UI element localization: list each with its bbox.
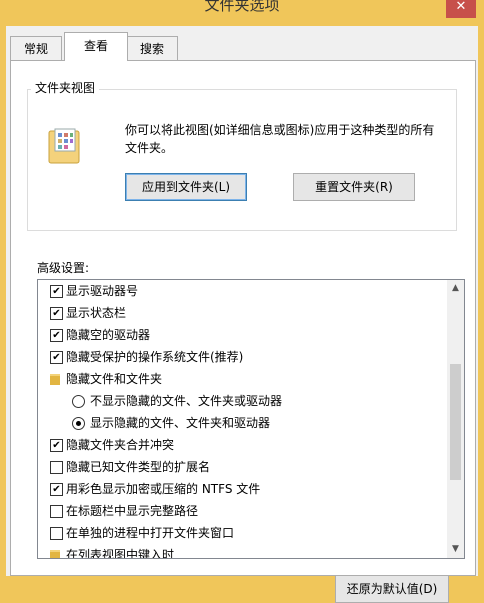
checkbox[interactable]: ✔ xyxy=(50,351,63,364)
advanced-settings-list[interactable]: ✔ 显示驱动器号 ✔ 显示状态栏 ✔ 隐藏空的驱动器 ✔ 隐藏受保护的操作系统文… xyxy=(37,279,465,559)
setting-label: 隐藏文件和文件夹 xyxy=(66,372,163,386)
folder-views-group xyxy=(27,89,457,231)
radio-button[interactable] xyxy=(72,417,85,430)
tab-view[interactable]: 查看 xyxy=(64,32,128,61)
setting-label: 在标题栏中显示完整路径 xyxy=(66,504,199,518)
scrollbar-thumb[interactable] xyxy=(450,364,461,480)
tab-general[interactable]: 常规 xyxy=(10,36,62,61)
folder-views-description: 你可以将此视图(如详细信息或图标)应用于这种类型的所有文件夹。 xyxy=(125,123,435,155)
advanced-settings-label: 高级设置: xyxy=(37,261,90,275)
checkbox[interactable]: ✔ xyxy=(50,329,63,342)
checkbox[interactable] xyxy=(50,461,63,474)
setting-label: 隐藏空的驱动器 xyxy=(66,328,151,342)
folder-icon xyxy=(50,374,60,385)
setting-label: 隐藏文件夹合并冲突 xyxy=(66,438,175,452)
setting-label: 显示状态栏 xyxy=(66,306,127,320)
folder-views-label: 文件夹视图 xyxy=(31,79,100,96)
setting-label: 在单独的进程中打开文件夹窗口 xyxy=(66,526,235,540)
setting-label: 隐藏受保护的操作系统文件(推荐) xyxy=(66,350,244,364)
radio-button[interactable] xyxy=(72,395,85,408)
setting-label: 显示隐藏的文件、文件夹和驱动器 xyxy=(90,416,271,430)
close-button[interactable]: ✕ xyxy=(446,0,476,18)
checkbox[interactable]: ✔ xyxy=(50,483,63,496)
dialog-client: 常规 查看 搜索 文件夹视图 你可以将此视图(如详细信息或图标)应用于这种类型的… xyxy=(6,26,478,603)
setting-label: 隐藏已知文件类型的扩展名 xyxy=(66,460,211,474)
folder-icon xyxy=(50,550,60,558)
setting-label: 用彩色显示加密或压缩的 NTFS 文件 xyxy=(66,482,261,496)
restore-defaults-button[interactable]: 还原为默认值(D) xyxy=(335,575,449,603)
vertical-scrollbar[interactable]: ▲ ▼ xyxy=(447,280,464,558)
checkbox[interactable]: ✔ xyxy=(50,439,63,452)
setting-label: 在列表视图中键入时 xyxy=(66,548,175,559)
scroll-up-icon[interactable]: ▲ xyxy=(447,280,464,297)
title-bar: 文件夹选项 ✕ xyxy=(0,0,484,26)
checkbox[interactable] xyxy=(50,505,63,518)
folder-views-icon xyxy=(48,128,80,164)
checkbox[interactable] xyxy=(50,527,63,540)
tab-search[interactable]: 搜索 xyxy=(126,36,178,61)
setting-label: 显示驱动器号 xyxy=(66,284,139,298)
reset-folders-button[interactable]: 重置文件夹(R) xyxy=(293,173,415,201)
scroll-down-icon[interactable]: ▼ xyxy=(447,541,464,558)
checkbox[interactable]: ✔ xyxy=(50,307,63,320)
view-tab-panel: 文件夹视图 你可以将此视图(如详细信息或图标)应用于这种类型的所有文件夹。 应用… xyxy=(10,60,476,603)
window-title: 文件夹选项 xyxy=(204,0,280,14)
apply-to-folders-button[interactable]: 应用到文件夹(L) xyxy=(125,173,247,201)
setting-label: 不显示隐藏的文件、文件夹或驱动器 xyxy=(90,394,283,408)
checkbox[interactable]: ✔ xyxy=(50,285,63,298)
